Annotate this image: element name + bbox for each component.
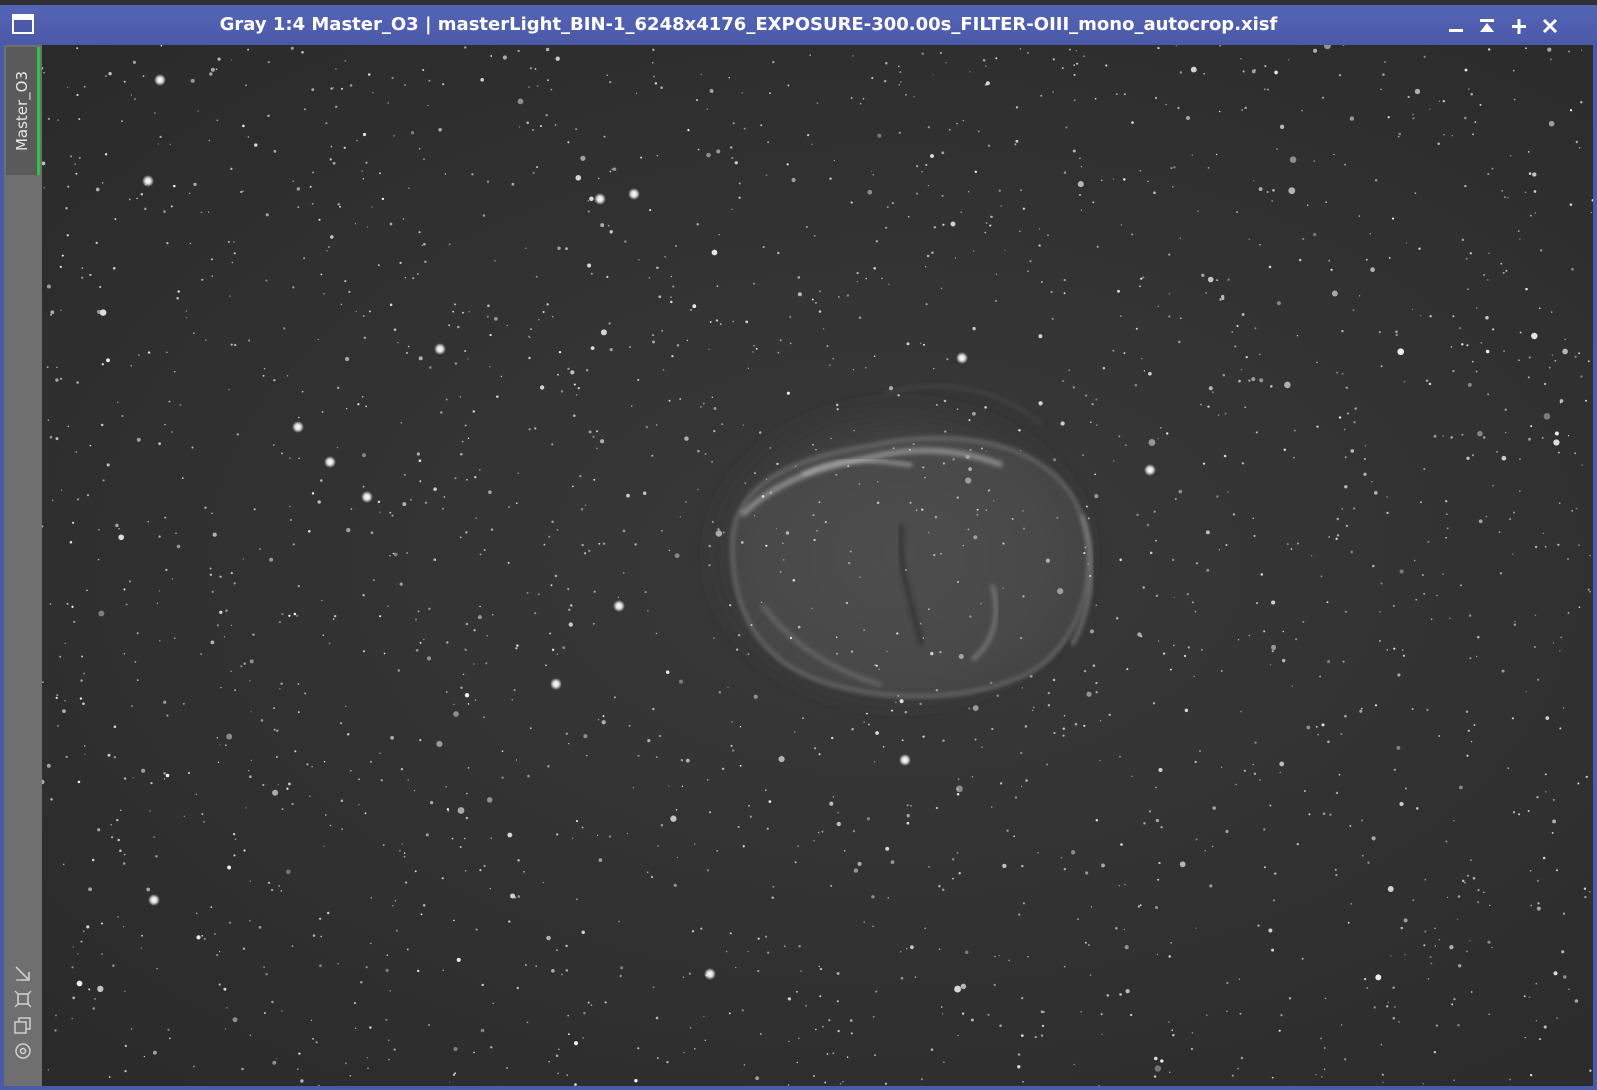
zoom-to-fit-icon[interactable] xyxy=(12,988,34,1010)
view-sidebar: Master_O3 xyxy=(4,45,42,1086)
minimize-icon xyxy=(1449,29,1463,32)
minimize-button[interactable] xyxy=(1444,14,1468,38)
nebula xyxy=(695,385,1105,720)
astro-image xyxy=(42,45,1593,1086)
close-button[interactable] xyxy=(1538,14,1562,38)
close-icon xyxy=(1542,18,1558,34)
maximize-icon xyxy=(1512,19,1526,34)
view-tab-label: Master_O3 xyxy=(12,70,31,152)
window-border-right xyxy=(1593,45,1597,1090)
maximize-button[interactable] xyxy=(1507,14,1531,38)
window-border-bottom xyxy=(0,1086,1597,1090)
clone-view-icon[interactable] xyxy=(12,1014,34,1036)
window-icon[interactable] xyxy=(12,14,34,34)
fit-view-icon[interactable] xyxy=(12,963,34,985)
window-title: Gray 1:4 Master_O3 | masterLight_BIN-1_6… xyxy=(219,14,1278,35)
target-icon[interactable] xyxy=(12,1040,34,1062)
shade-button[interactable] xyxy=(1475,14,1499,38)
image-window: Gray 1:4 Master_O3 | masterLight_BIN-1_6… xyxy=(0,0,1597,1090)
shade-icon xyxy=(1480,19,1494,32)
view-tab-master-o3[interactable]: Master_O3 xyxy=(6,47,40,175)
title-bar[interactable]: Gray 1:4 Master_O3 | masterLight_BIN-1_6… xyxy=(0,5,1597,45)
image-viewport[interactable] xyxy=(42,45,1593,1086)
